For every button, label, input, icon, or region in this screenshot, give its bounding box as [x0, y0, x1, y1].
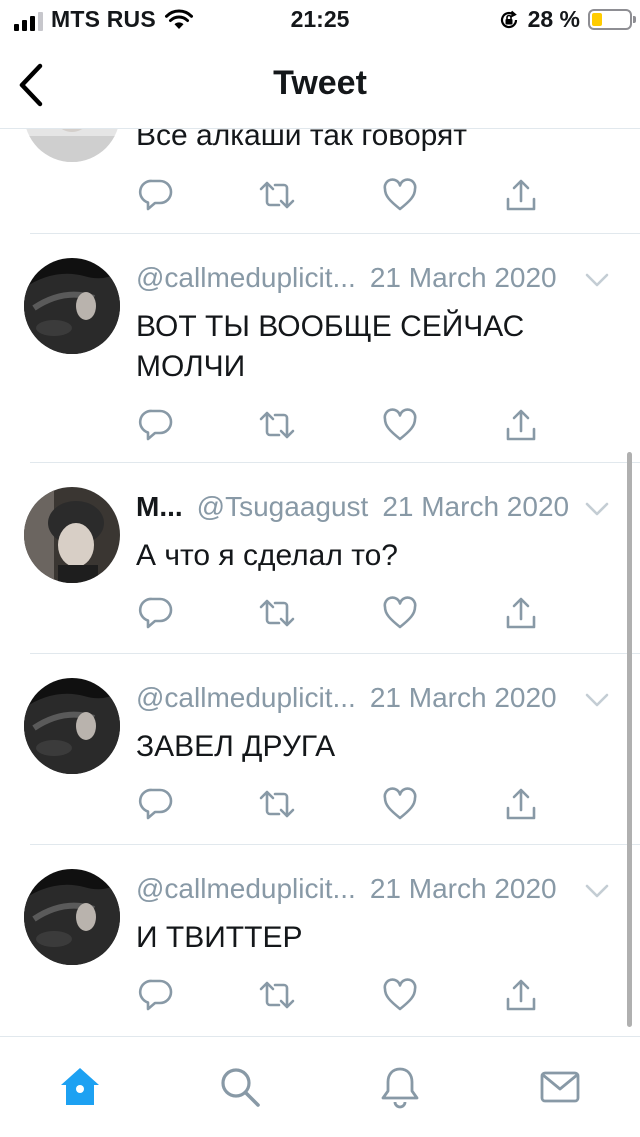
retweet-button[interactable]: [257, 175, 297, 215]
like-icon: [383, 178, 417, 211]
like-icon: [383, 408, 417, 441]
tweet-handle[interactable]: @Tsugaagust: [197, 491, 369, 523]
share-button[interactable]: [501, 175, 541, 215]
chevron-down-icon[interactable]: [584, 690, 610, 710]
reply-button[interactable]: [136, 405, 176, 445]
share-icon: [506, 788, 536, 820]
status-bar: MTS RUS 21:25 28 %: [0, 0, 640, 40]
tweet-handle[interactable]: @callmeduplicit...: [136, 262, 356, 294]
tweet-thread[interactable]: Все алкаши так говорят @callmeduplicit..…: [0, 129, 640, 1037]
retweet-icon: [259, 181, 295, 209]
battery-percent: 28 %: [527, 6, 580, 32]
chevron-down-icon[interactable]: [584, 499, 610, 519]
tweet-header: М... @Tsugaagust 21 March 2020: [136, 489, 569, 525]
avatar[interactable]: [24, 869, 120, 965]
messages-icon: [540, 1071, 580, 1103]
tab-home[interactable]: [58, 1065, 102, 1109]
like-icon: [383, 978, 417, 1011]
reply-icon: [138, 179, 173, 211]
avatar[interactable]: [24, 678, 120, 774]
like-button[interactable]: [380, 975, 420, 1015]
tweet-date: 21 March 2020: [369, 262, 557, 293]
reply-icon: [138, 409, 173, 441]
avatar[interactable]: [24, 258, 120, 354]
tweet-item[interactable]: Все алкаши так говорят: [0, 129, 640, 234]
share-button[interactable]: [501, 405, 541, 445]
tweet-header: @callmeduplicit... 21 March 2020: [136, 680, 557, 716]
tweet-actions: [136, 405, 556, 445]
tweet-handle[interactable]: @callmeduplicit...: [136, 873, 356, 905]
tab-messages[interactable]: [538, 1065, 582, 1109]
share-icon: [506, 179, 536, 211]
rotation-lock-icon: [500, 10, 517, 28]
retweet-button[interactable]: [257, 405, 297, 445]
reply-button[interactable]: [136, 175, 176, 215]
tweet-handle[interactable]: @callmeduplicit...: [136, 682, 356, 714]
retweet-button[interactable]: [257, 784, 297, 824]
home-icon: [61, 1068, 99, 1105]
tweet-header: @callmeduplicit... 21 March 2020: [136, 260, 557, 296]
retweet-icon: [259, 599, 295, 627]
tweet-text: ВОТ ТЫ ВООБЩЕ СЕЙЧАС МОЛЧИ: [136, 310, 525, 383]
battery-icon: [588, 9, 636, 30]
tweet-text: И ТВИТТЕР: [136, 921, 303, 954]
tab-notifications[interactable]: [378, 1065, 422, 1109]
reply-button[interactable]: [136, 784, 176, 824]
share-button[interactable]: [501, 784, 541, 824]
share-button[interactable]: [501, 593, 541, 633]
retweet-icon: [259, 790, 295, 818]
reply-button[interactable]: [136, 975, 176, 1015]
avatar[interactable]: [24, 487, 120, 583]
share-icon: [506, 597, 536, 629]
navigation-bar: Tweet: [0, 40, 640, 129]
tweet-author-name[interactable]: М...: [136, 491, 183, 523]
tweet-header: @callmeduplicit... 21 March 2020: [136, 871, 557, 907]
tab-bar: [0, 1036, 640, 1137]
notifications-icon: [381, 1067, 419, 1109]
reply-icon: [138, 788, 173, 820]
tweet-item[interactable]: @callmeduplicit... 21 March 2020 ЗАВЕЛ Д…: [0, 654, 640, 844]
tweet-actions: [136, 175, 556, 215]
retweet-icon: [259, 411, 295, 439]
retweet-button[interactable]: [257, 593, 297, 633]
like-button[interactable]: [380, 405, 420, 445]
search-icon: [221, 1068, 260, 1107]
tweet-actions: [136, 975, 556, 1015]
tab-search[interactable]: [218, 1065, 262, 1109]
reply-icon: [138, 979, 173, 1011]
retweet-button[interactable]: [257, 975, 297, 1015]
tweet-date: 21 March 2020: [382, 491, 570, 522]
like-button[interactable]: [380, 784, 420, 824]
tweet-text: Все алкаши так говорят: [136, 129, 467, 152]
like-button[interactable]: [380, 175, 420, 215]
retweet-icon: [259, 981, 295, 1009]
tweet-date: 21 March 2020: [369, 682, 557, 713]
tweet-date: 21 March 2020: [369, 873, 557, 904]
page-title: Tweet: [273, 64, 367, 102]
reply-icon: [138, 597, 173, 629]
tweet-actions: [136, 784, 556, 824]
share-button[interactable]: [501, 975, 541, 1015]
like-icon: [383, 596, 417, 629]
tweet-text: А что я сделал то?: [136, 539, 398, 572]
share-icon: [506, 409, 536, 441]
like-icon: [383, 787, 417, 820]
tweet-item[interactable]: М... @Tsugaagust 21 March 2020 А что я с…: [0, 463, 640, 653]
tweet-actions: [136, 593, 556, 633]
tweet-item[interactable]: @callmeduplicit... 21 March 2020 И ТВИТТ…: [0, 845, 640, 1035]
chevron-down-icon[interactable]: [584, 270, 610, 290]
battery-level-fill: [592, 13, 602, 26]
reply-button[interactable]: [136, 593, 176, 633]
tweet-text: ЗАВЕЛ ДРУГА: [136, 730, 336, 763]
tweet-item[interactable]: @callmeduplicit... 21 March 2020 ВОТ ТЫ …: [0, 234, 640, 462]
scrollbar[interactable]: [627, 452, 632, 1027]
chevron-down-icon[interactable]: [584, 881, 610, 901]
avatar[interactable]: [24, 129, 120, 162]
share-icon: [506, 979, 536, 1011]
like-button[interactable]: [380, 593, 420, 633]
